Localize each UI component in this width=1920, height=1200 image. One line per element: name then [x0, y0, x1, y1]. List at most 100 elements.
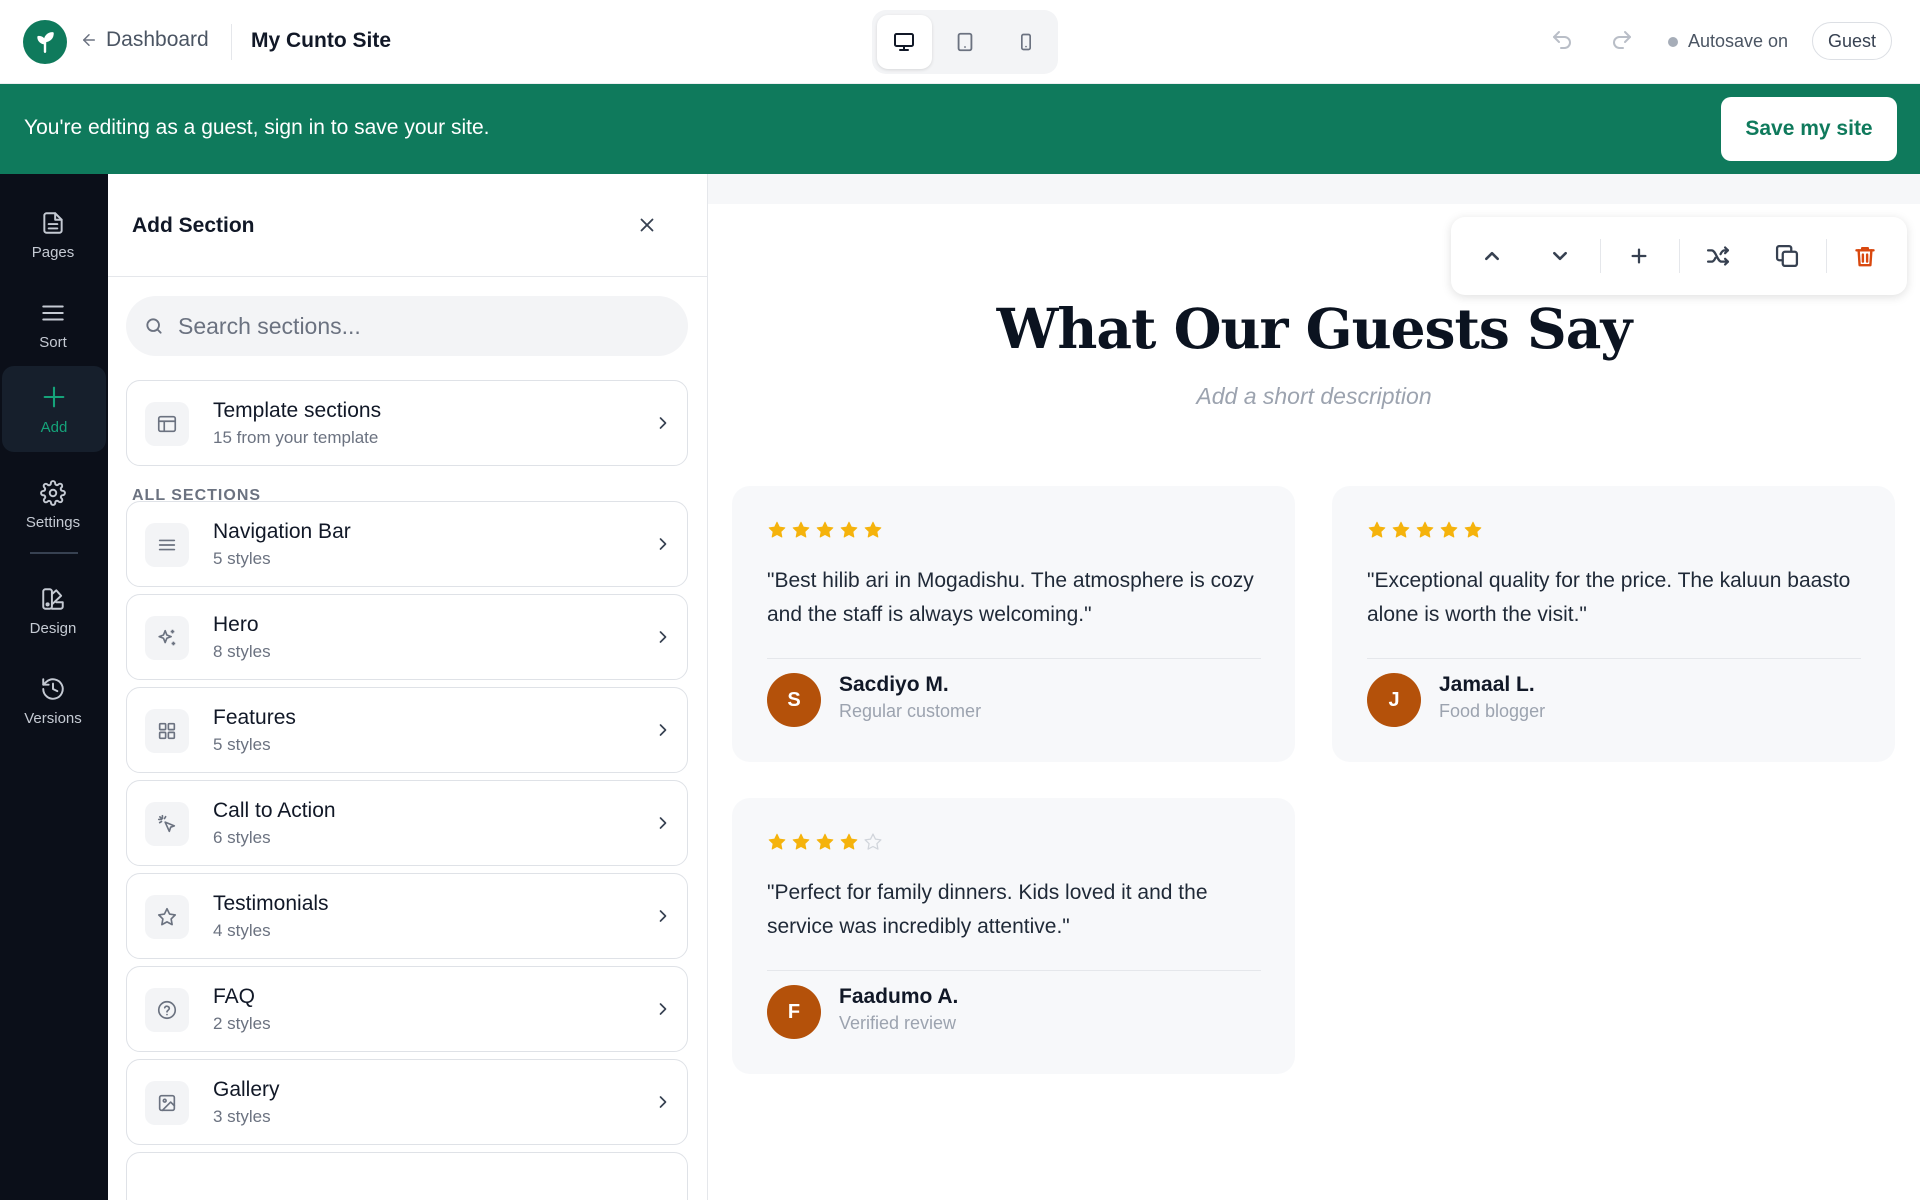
gear-icon [40, 479, 66, 506]
plus-icon [43, 386, 65, 407]
card-title: Gallery [213, 1078, 280, 1101]
undo-button[interactable] [1550, 28, 1574, 52]
review-divider [1367, 658, 1861, 659]
tablet-view-button[interactable] [938, 15, 993, 69]
review-quote: "Exceptional quality for the price. The … [1367, 569, 1851, 626]
card-title: Hero [213, 613, 259, 636]
rail-label: Design [29, 619, 77, 637]
chevron-down-icon [1553, 251, 1567, 261]
section-card-partial[interactable] [126, 1152, 688, 1200]
star-filled-icon [840, 521, 858, 538]
star-empty-icon [864, 833, 882, 850]
review-card[interactable]: "Perfect for family dinners. Kids loved … [732, 798, 1295, 1074]
card-subtitle: 5 styles [213, 549, 271, 568]
autosave-status: Autosave on [1668, 31, 1788, 52]
toolbar-divider [1679, 239, 1680, 273]
card-title: Navigation Bar [213, 520, 351, 543]
reviewer-role: Food blogger [1439, 701, 1546, 721]
shuffle-style-button[interactable] [1701, 239, 1735, 273]
section-card-gallery[interactable]: Gallery 3 styles [126, 1059, 688, 1145]
section-card-call-to-action[interactable]: Call to Action 6 styles [126, 780, 688, 866]
star-filled-icon [1416, 521, 1434, 538]
delete-section-button[interactable] [1848, 239, 1882, 273]
rail-item-settings[interactable]: Settings [0, 462, 106, 548]
tablet-icon [957, 32, 973, 52]
reviewer-role: Regular customer [839, 701, 982, 721]
trash-icon [1855, 247, 1875, 267]
rail-label: Pages [31, 243, 75, 261]
guest-banner: You're editing as a guest, sign in to sa… [0, 84, 1920, 174]
card-title: Features [213, 706, 296, 729]
rail-label: Settings [25, 513, 81, 531]
avatar: S [767, 673, 821, 727]
rail-item-design[interactable]: Design [0, 568, 106, 654]
shuffle-icon [1706, 246, 1730, 266]
sparkles-icon [145, 616, 189, 660]
palette-icon [42, 587, 64, 610]
section-card-hero[interactable]: Hero 8 styles [126, 594, 688, 680]
desktop-view-button[interactable] [877, 15, 932, 69]
cunto-logo-icon[interactable] [23, 20, 67, 64]
redo-button[interactable] [1610, 28, 1634, 52]
section-card-testimonials[interactable]: Testimonials 4 styles [126, 873, 688, 959]
card-title: FAQ [213, 985, 256, 1008]
star-filled-icon [864, 521, 882, 538]
menu-icon [145, 523, 189, 567]
section-card-navigation-bar[interactable]: Navigation Bar 5 styles [126, 501, 688, 587]
star-filled-icon [816, 833, 834, 850]
rail-item-pages[interactable]: Pages [0, 192, 106, 278]
star-icon [145, 895, 189, 939]
template-sections-card[interactable]: Template sections 15 from your template [126, 380, 688, 466]
star-filled-icon [1368, 521, 1386, 538]
move-up-button[interactable] [1475, 239, 1509, 273]
chevron-right-icon [659, 538, 667, 550]
chevron-right-icon [659, 817, 667, 829]
star-filled-icon [792, 833, 810, 850]
rail-item-versions[interactable]: Versions [0, 658, 106, 744]
mobile-icon [1020, 33, 1031, 51]
star-rating [767, 832, 883, 852]
save-my-site-button[interactable]: Save my site [1721, 97, 1897, 161]
rail-label: Add [40, 418, 68, 436]
top-bar: Dashboard My Cunto Site Autosave on Gues… [0, 0, 1920, 84]
card-title: Call to Action [213, 799, 336, 822]
mobile-view-button[interactable] [998, 15, 1053, 69]
add-section-panel: Add Section Template sections 15 from yo… [108, 174, 708, 1200]
rail-label: Versions [24, 709, 82, 727]
chevron-up-icon [1485, 251, 1499, 261]
section-card-faq[interactable]: FAQ 2 styles [126, 966, 688, 1052]
add-section-button[interactable] [1622, 239, 1656, 273]
back-to-dashboard-link[interactable]: Dashboard [80, 28, 209, 52]
toolbar-divider [1826, 239, 1827, 273]
chevron-right-icon [659, 910, 667, 922]
toolbar-divider [1600, 239, 1601, 273]
rail-item-sort[interactable]: Sort [0, 282, 106, 368]
duplicate-button[interactable] [1770, 239, 1804, 273]
reviewer-role: Verified review [839, 1013, 957, 1033]
close-panel-button[interactable] [636, 214, 658, 236]
star-filled-icon [1464, 521, 1482, 538]
review-card[interactable]: "Best hilib ari in Mogadishu. The atmosp… [732, 486, 1295, 762]
star-filled-icon [768, 521, 786, 538]
star-filled-icon [1440, 521, 1458, 538]
chevron-right-icon [659, 631, 667, 643]
section-heading[interactable]: What Our Guests Say [708, 296, 1920, 361]
section-description[interactable]: Add a short description [708, 383, 1920, 410]
card-subtitle: 5 styles [213, 735, 271, 754]
star-filled-icon [1392, 521, 1410, 538]
review-divider [767, 970, 1261, 971]
section-card-features[interactable]: Features 5 styles [126, 687, 688, 773]
card-subtitle: 8 styles [213, 642, 271, 661]
left-rail: Pages Sort Add Settings Design Versions [0, 174, 108, 1200]
rail-item-add[interactable]: Add [2, 366, 106, 452]
guest-account-button[interactable]: Guest [1812, 22, 1893, 60]
reviewer-name: Jamaal L. [1439, 673, 1535, 696]
search-input[interactable] [178, 312, 658, 340]
star-filled-icon [840, 833, 858, 850]
back-label: Dashboard [106, 28, 209, 51]
help-circle-icon [145, 988, 189, 1032]
layout-icon [145, 402, 189, 446]
review-divider [767, 658, 1261, 659]
review-card[interactable]: "Exceptional quality for the price. The … [1332, 486, 1895, 762]
move-down-button[interactable] [1543, 239, 1577, 273]
